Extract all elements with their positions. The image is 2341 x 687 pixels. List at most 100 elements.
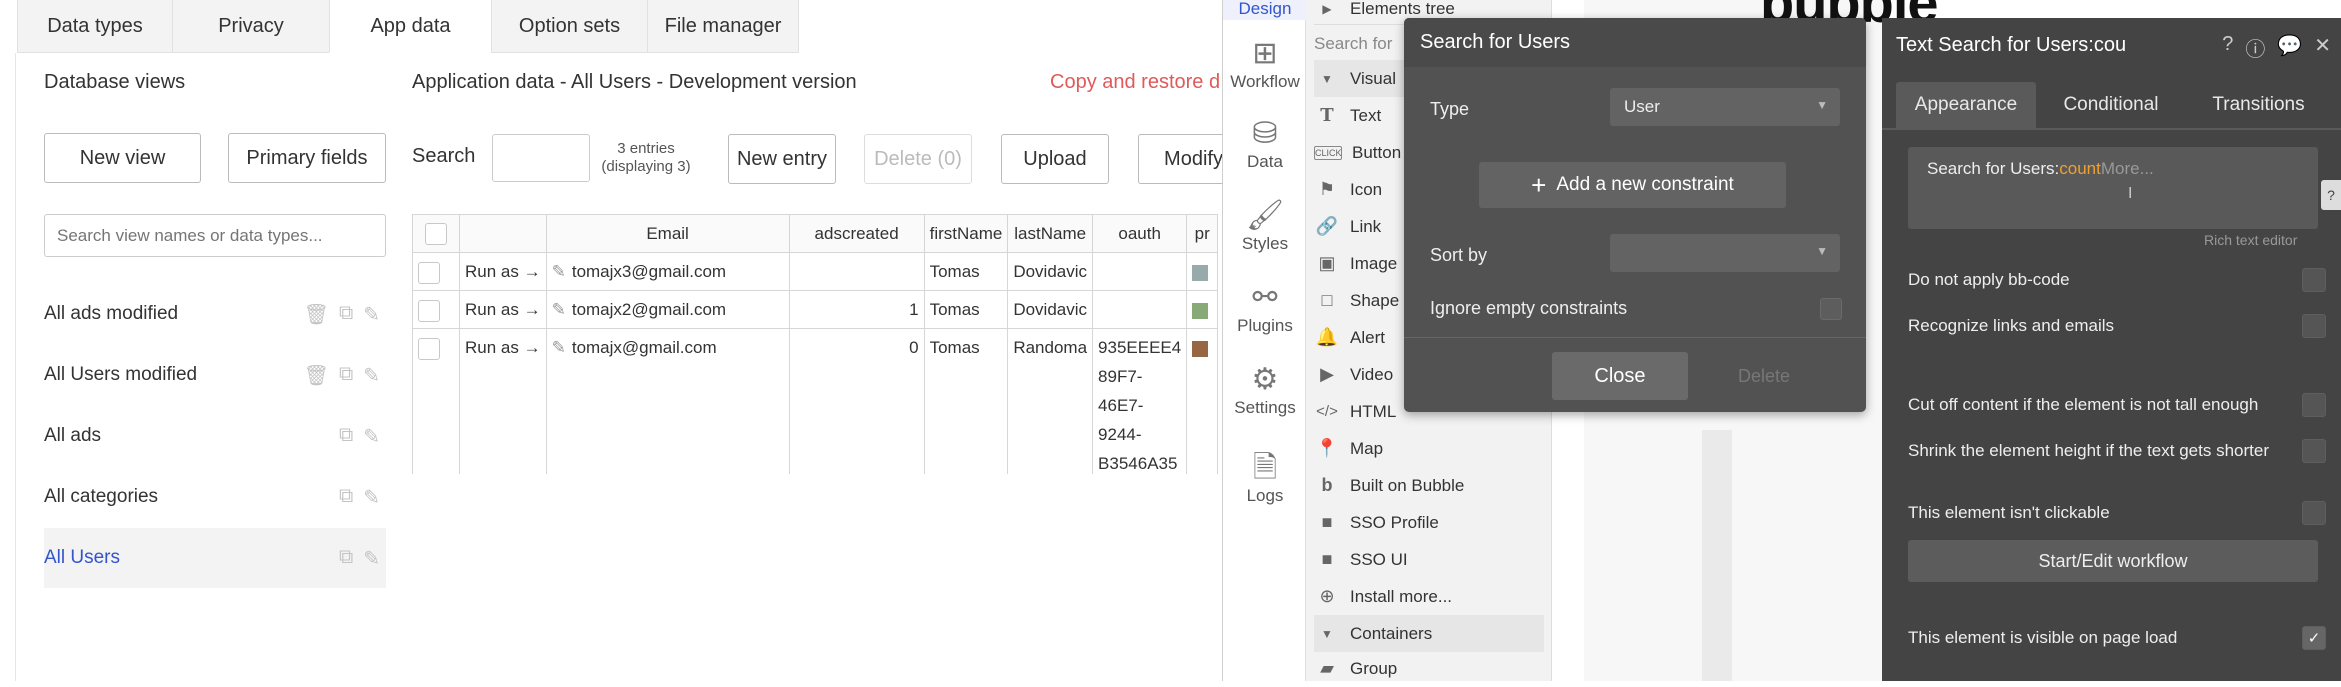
checkbox[interactable]	[2302, 393, 2326, 417]
checkbox[interactable]	[2302, 268, 2326, 292]
ignore-empty-checkbox[interactable]	[1820, 298, 1842, 320]
add-constraint-button[interactable]: + Add a new constraint	[1479, 162, 1786, 208]
close-button[interactable]: Close	[1552, 352, 1688, 400]
palette-item-built-on-bubble[interactable]: b Built on Bubble	[1314, 467, 1544, 504]
tab-appearance[interactable]: Appearance	[1896, 82, 2036, 128]
option-visible-on-load[interactable]: This element is visible on page load ✓	[1908, 620, 2326, 656]
text-expression-editor[interactable]: Search for Users:countMore... I	[1908, 147, 2318, 229]
palette-item-sso-profile[interactable]: ■ SSO Profile	[1314, 504, 1544, 541]
pencil-icon[interactable]: ✎	[363, 302, 380, 327]
primary-fields-button[interactable]: Primary fields	[228, 133, 386, 183]
containers-section-toggle[interactable]: ▼ Containers	[1314, 615, 1544, 652]
column-header-adscreated[interactable]: adscreated	[788, 214, 925, 253]
start-edit-workflow-button[interactable]: Start/Edit workflow	[1908, 540, 2318, 582]
palette-item-install-more[interactable]: ⊕ Install more...	[1314, 578, 1544, 615]
search-views-input[interactable]	[44, 214, 386, 257]
copy-restore-link[interactable]: Copy and restore d	[1050, 71, 1222, 94]
tab-data-types[interactable]: Data types	[17, 0, 173, 53]
tab-option-sets[interactable]: Option sets	[491, 0, 648, 53]
nav-settings[interactable]: ⚙ Settings	[1223, 362, 1307, 418]
row-checkbox[interactable]	[418, 261, 440, 284]
upload-button[interactable]: Upload	[1001, 134, 1109, 184]
run-as-cell[interactable]: Run as →	[459, 290, 547, 329]
option-shrink-height[interactable]: Shrink the element height if the text ge…	[1908, 433, 2326, 469]
checkbox[interactable]	[2302, 314, 2326, 338]
new-view-button[interactable]: New view	[44, 133, 201, 183]
close-icon[interactable]: ✕	[2314, 33, 2331, 62]
type-dropdown[interactable]: User ▼	[1610, 88, 1840, 126]
plus-circle-icon: ⊕	[1319, 586, 1335, 606]
tab-app-data[interactable]: App data	[329, 0, 492, 53]
run-as-cell[interactable]: Run as →	[459, 328, 547, 474]
sort-by-dropdown[interactable]: ▼	[1610, 234, 1840, 272]
nav-workflow[interactable]: ⊞ Workflow	[1223, 36, 1307, 92]
expression-more[interactable]: More...	[2101, 159, 2154, 178]
info-icon[interactable]: ⓘ	[2245, 33, 2265, 62]
nav-plugins[interactable]: ⚯ Plugins	[1223, 280, 1307, 336]
tab-privacy[interactable]: Privacy	[172, 0, 330, 53]
option-recognize-links[interactable]: Recognize links and emails	[1908, 308, 2326, 344]
checkbox[interactable]	[2302, 501, 2326, 525]
copy-icon[interactable]: ⧉	[339, 546, 353, 571]
run-as-link[interactable]: Run as →	[465, 300, 541, 319]
trash-icon[interactable]: 🗑	[304, 363, 329, 388]
view-item-all-categories[interactable]: All categories ⧉ ✎	[44, 467, 386, 527]
new-entry-button[interactable]: New entry	[728, 134, 836, 184]
column-header-firstname[interactable]: firstName	[923, 214, 1009, 253]
pencil-icon[interactable]: ✎	[363, 546, 380, 571]
tab-conditional[interactable]: Conditional	[2036, 82, 2186, 128]
row-checkbox[interactable]	[418, 299, 440, 322]
nav-design[interactable]: Design	[1223, 0, 1307, 20]
picture-cell	[1186, 290, 1219, 329]
sort-by-label: Sort by	[1430, 245, 1488, 265]
pencil-icon[interactable]: ✎	[552, 300, 566, 319]
copy-icon[interactable]: ⧉	[339, 424, 353, 449]
run-as-link[interactable]: Run as →	[465, 338, 541, 357]
tab-file-manager[interactable]: File manager	[647, 0, 799, 53]
comment-icon[interactable]: 💬	[2277, 33, 2302, 62]
view-item-all-users[interactable]: All Users ⧉ ✎	[44, 528, 386, 588]
column-header-lastname[interactable]: lastName	[1007, 214, 1094, 253]
pencil-icon[interactable]: ✎	[552, 338, 566, 357]
firstname-cell: Tomas	[923, 328, 1009, 474]
view-item-all-ads-modified[interactable]: All ads modified 🗑 ⧉ ✎	[44, 284, 386, 344]
help-icon[interactable]: ?	[2222, 33, 2233, 62]
table-row: Run as → ✎ tomajx@gmail.com 0 Tomas Rando…	[412, 328, 1219, 474]
column-header-pr[interactable]: pr	[1186, 214, 1219, 253]
copy-icon[interactable]: ⧉	[339, 485, 353, 510]
palette-item-group[interactable]: ▰ Group	[1314, 650, 1544, 687]
run-as-cell[interactable]: Run as →	[459, 252, 547, 291]
trash-icon[interactable]: 🗑	[304, 302, 329, 327]
column-header-email[interactable]: Email	[545, 214, 790, 253]
row-checkbox[interactable]	[418, 337, 440, 360]
lastname-cell: Randoma	[1007, 328, 1094, 474]
help-tab-icon[interactable]: ?	[2321, 180, 2341, 210]
checked-checkbox-icon[interactable]: ✓	[2302, 626, 2326, 650]
view-item-all-users-modified[interactable]: All Users modified 🗑 ⧉ ✎	[44, 345, 386, 405]
option-cut-off[interactable]: Cut off content if the element is not ta…	[1908, 387, 2326, 423]
nav-logs[interactable]: 🗎 Logs	[1223, 450, 1307, 506]
copy-icon[interactable]: ⧉	[339, 302, 353, 327]
run-as-link[interactable]: Run as →	[465, 262, 541, 281]
pencil-icon[interactable]: ✎	[363, 424, 380, 449]
firstname-cell: Tomas	[923, 290, 1009, 329]
select-all-checkbox[interactable]	[425, 222, 447, 245]
checkbox[interactable]	[2302, 439, 2326, 463]
palette-item-sso-ui[interactable]: ■ SSO UI	[1314, 541, 1544, 578]
copy-icon[interactable]: ⧉	[339, 363, 353, 388]
pencil-icon[interactable]: ✎	[363, 485, 380, 510]
video-icon: ▶	[1320, 364, 1334, 384]
tab-transitions[interactable]: Transitions	[2186, 82, 2331, 128]
pencil-icon[interactable]: ✎	[552, 262, 566, 281]
column-header-oauth[interactable]: oauth	[1092, 214, 1188, 253]
nav-styles[interactable]: 🖌 Styles	[1223, 198, 1307, 254]
nav-data[interactable]: ⛁ Data	[1223, 116, 1307, 172]
palette-item-map[interactable]: 📍 Map	[1314, 430, 1544, 467]
caret-down-icon: ▼	[1321, 626, 1333, 641]
search-input[interactable]	[492, 134, 590, 182]
option-no-bbcode[interactable]: Do not apply bb-code	[1908, 262, 2326, 298]
rich-text-editor-link[interactable]: Rich text editor	[2204, 232, 2297, 248]
option-not-clickable[interactable]: This element isn't clickable	[1908, 495, 2326, 531]
view-item-all-ads[interactable]: All ads ⧉ ✎	[44, 406, 386, 466]
pencil-icon[interactable]: ✎	[363, 363, 380, 388]
